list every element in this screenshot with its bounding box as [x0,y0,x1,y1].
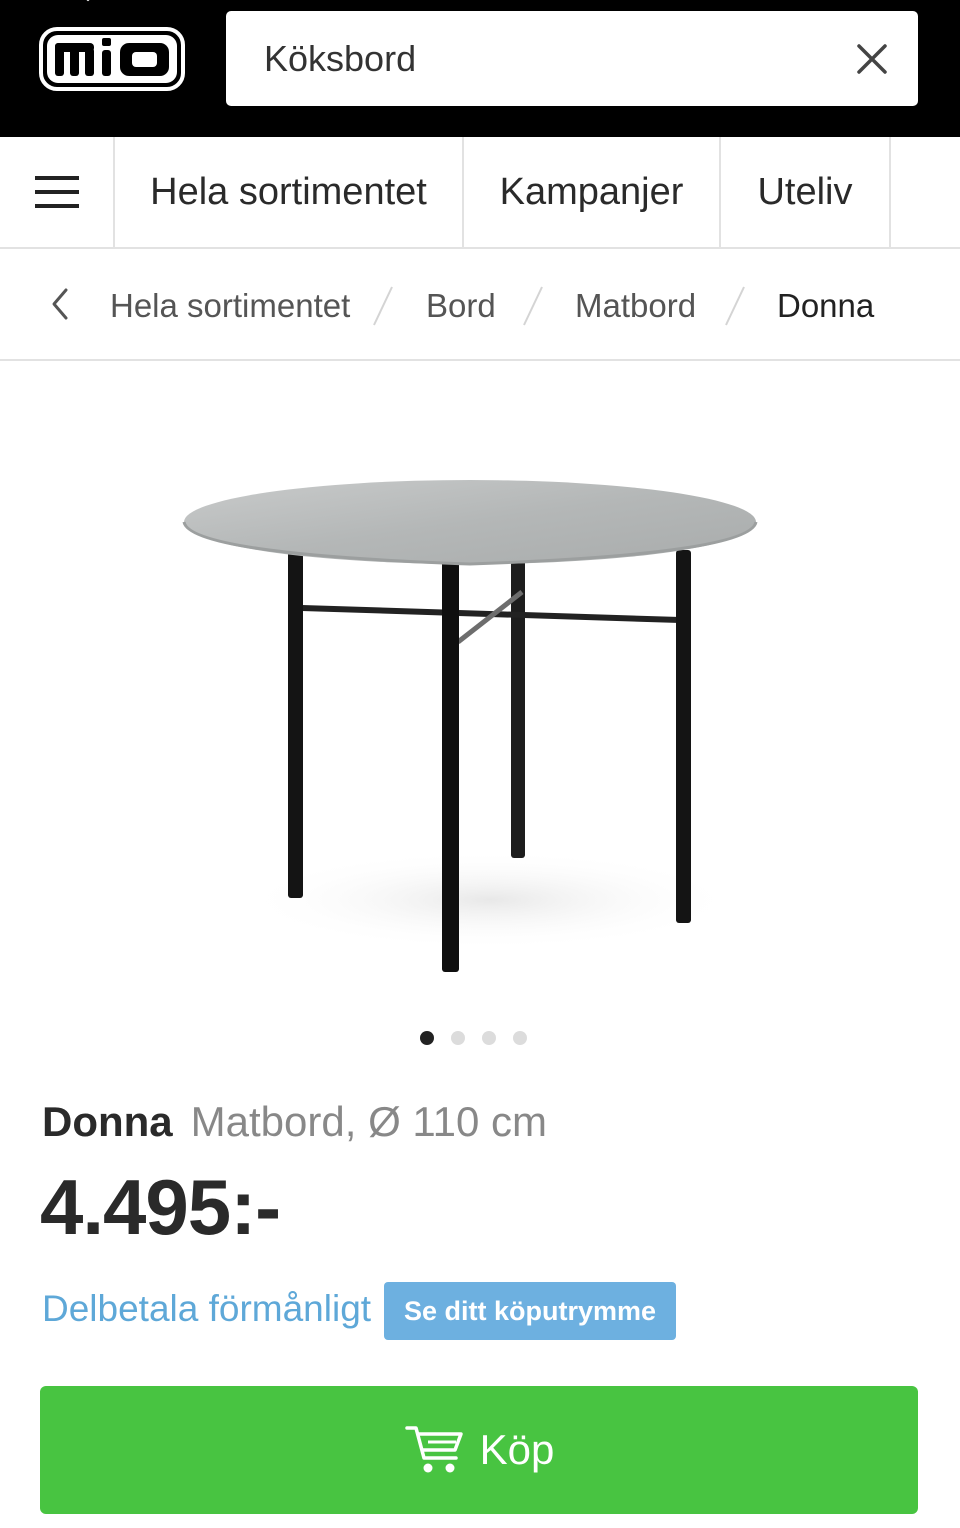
breadcrumb-item-current: Donna [777,287,875,324]
close-icon[interactable] [68,0,108,14]
carousel-dots [420,1031,527,1045]
search-input[interactable] [264,11,824,106]
credit-check-button[interactable]: Se ditt köputrymme [384,1282,676,1340]
breadcrumb-item-matbord[interactable]: Matbord [575,287,696,325]
cart-icon [404,1426,463,1473]
buy-button-label: Köp [479,1426,555,1473]
breadcrumb-separator [373,286,393,326]
carousel-dot[interactable] [420,1031,434,1045]
mio-logo[interactable] [38,26,186,92]
product-price: 4.495:- [40,1163,281,1251]
menu-button[interactable] [0,137,115,247]
clear-search-icon[interactable] [854,41,890,77]
breadcrumb: Hela sortimentet Bord Matbord Donna [0,251,960,361]
chevron-left-icon[interactable] [44,284,78,324]
buy-button[interactable]: Köp [40,1386,918,1514]
installment-link[interactable]: Delbetala förmånligt [42,1288,371,1330]
product-title: Donna Matbord, Ø 110 cm [42,1098,547,1146]
search-box [226,11,918,106]
product-description: Matbord, Ø 110 cm [190,1098,548,1145]
category-nav: Hela sortimentet Kampanjer Uteliv [0,137,960,249]
breadcrumb-separator [725,286,745,326]
product-image[interactable] [180,470,780,990]
carousel-dot[interactable] [451,1031,465,1045]
nav-item-kampanjer[interactable]: Kampanjer [464,137,721,247]
breadcrumb-item-bord[interactable]: Bord [426,287,496,325]
top-header [0,0,960,137]
product-name: Donna [42,1098,173,1145]
breadcrumb-item-hela-sortimentet[interactable]: Hela sortimentet [110,287,350,325]
carousel-dot[interactable] [482,1031,496,1045]
nav-item-hela-sortimentet[interactable]: Hela sortimentet [115,137,464,247]
carousel-dot[interactable] [513,1031,527,1045]
hamburger-menu-icon [34,176,79,208]
breadcrumb-separator [523,286,543,326]
nav-item-uteliv[interactable]: Uteliv [721,137,891,247]
